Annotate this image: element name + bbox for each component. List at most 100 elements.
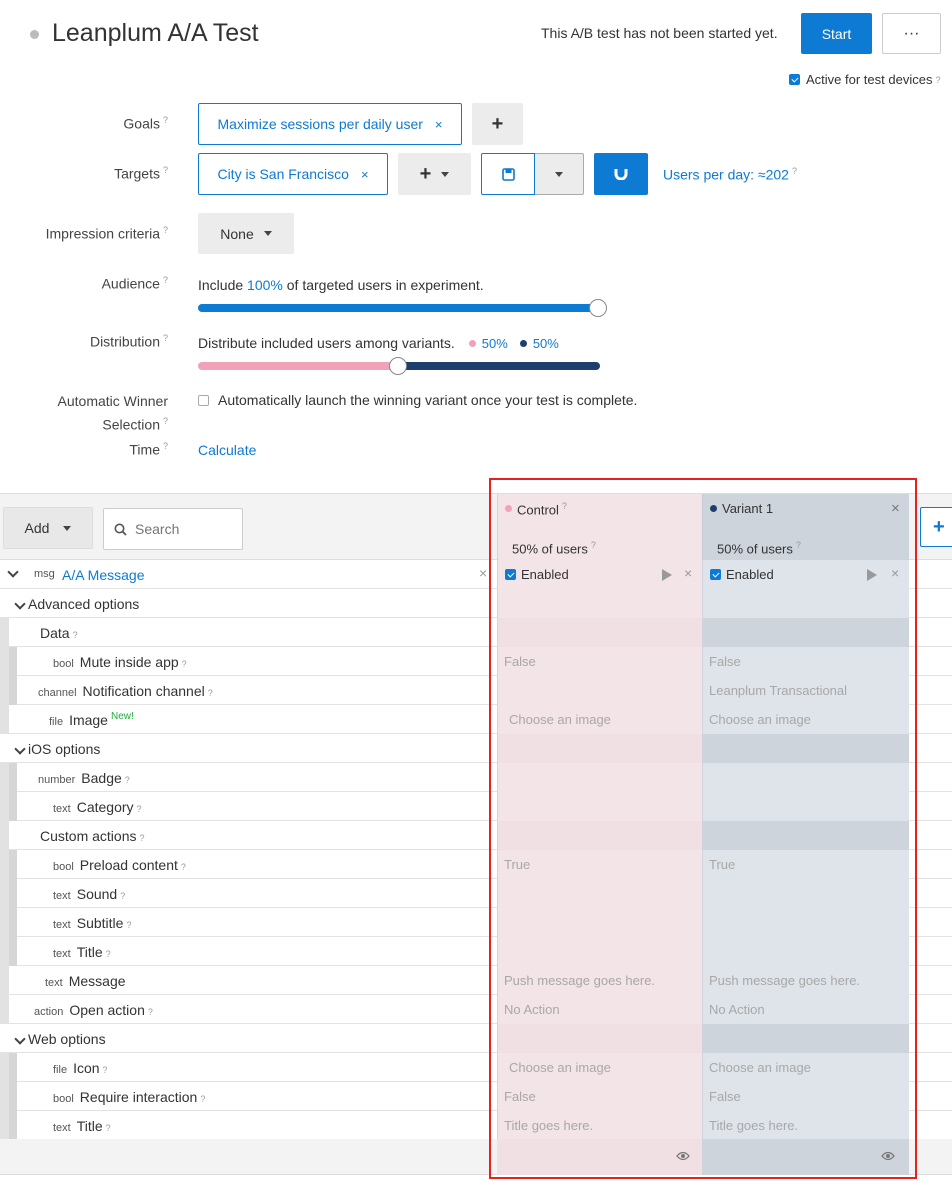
chevron-down-icon [263,231,272,236]
remove-message-icon[interactable]: × [479,565,487,581]
indent-gutter [0,1111,9,1140]
field-label: bool Require interaction? [53,1089,205,1105]
chevron-down-icon[interactable] [14,743,26,755]
add-variant-button[interactable]: + [920,507,952,547]
distribution-slider-control[interactable] [198,362,398,370]
goal-chip[interactable]: Maximize sessions per daily user × [198,103,462,145]
target-chip[interactable]: City is San Francisco × [198,153,388,195]
remove-goal-icon[interactable]: × [435,117,443,132]
chevron-down-icon[interactable] [14,1033,26,1045]
indent-gutter [0,879,9,908]
more-options-button[interactable]: ··· [882,13,941,54]
help-icon[interactable]: ? [148,1007,153,1017]
field-label: file Icon? [53,1060,108,1076]
indent-gutter [9,908,17,937]
help-icon[interactable]: ? [125,775,130,785]
remove-target-icon[interactable]: × [361,167,369,182]
help-icon[interactable]: ? [181,862,186,872]
field-label: Data? [40,625,78,641]
audience-label: Audience? [101,275,168,292]
field-name: Web options [28,1031,106,1047]
plus-icon: + [491,112,504,135]
field-name: Category [76,799,134,815]
field-label: text Message [45,973,126,989]
automatic-winner-option[interactable]: Automatically launch the winning variant… [198,392,637,408]
field-name: Require interaction [79,1089,198,1105]
help-icon[interactable]: ? [139,833,144,843]
distribution-slider-handle[interactable] [389,357,407,375]
goals-label: Goals? [123,115,168,132]
indent-gutter [0,966,9,995]
active-test-devices-checkbox[interactable] [789,74,800,85]
field-label: file Image New! [49,711,134,728]
indent-gutter [0,821,9,850]
help-icon[interactable]: ? [106,1123,111,1133]
field-type: channel [38,687,77,699]
field-label: text Subtitle? [53,915,131,931]
field-name: Image [69,712,108,728]
field-type: bool [53,861,74,873]
calculate-link[interactable]: Calculate [198,442,256,458]
target-options-dropdown[interactable] [535,153,584,195]
field-name: Preload content [79,857,178,873]
chevron-down-icon[interactable] [7,566,19,578]
audience-slider-handle[interactable] [589,299,607,317]
users-per-day: Users per day: ≈202? [663,166,797,183]
field-label: Custom actions? [40,828,145,844]
indent-gutter [0,647,9,676]
indent-gutter [9,850,17,879]
message-name-link[interactable]: A/A Message [62,567,145,583]
field-type: text [53,948,71,960]
search-box[interactable] [103,508,243,550]
indent-gutter [0,1053,9,1082]
automatic-winner-checkbox[interactable] [198,394,209,406]
field-label: Advanced options [14,596,139,612]
field-name: Custom actions [40,828,137,844]
magnet-button[interactable] [594,153,648,195]
field-name: Open action [69,1002,145,1018]
save-target-button[interactable] [481,153,535,195]
field-label: text Title? [53,944,111,960]
chevron-down-icon[interactable] [14,598,26,610]
field-label: Web options [14,1031,106,1047]
help-icon[interactable]: ? [103,1065,108,1075]
help-icon[interactable]: ? [208,688,213,698]
help-icon[interactable]: ? [73,630,78,640]
indent-gutter [0,908,9,937]
field-type: bool [53,1093,74,1105]
add-dropdown[interactable]: Add [3,507,93,549]
help-icon[interactable]: ? [200,1094,205,1104]
indent-gutter [0,705,9,734]
indent-gutter [9,1082,17,1111]
help-icon[interactable]: ? [126,920,131,930]
status-dot [30,30,39,39]
field-label: text Category? [53,799,142,815]
field-type: number [38,774,76,786]
indent-gutter [9,879,17,908]
active-test-devices[interactable]: Active for test devices ? [789,72,940,87]
add-target-dropdown[interactable]: + [398,153,471,195]
distribution-slider-variant[interactable] [398,362,600,370]
indent-gutter [0,1082,9,1111]
field-label: channel Notification channel? [38,683,213,699]
help-icon[interactable]: ? [137,804,142,814]
help-icon[interactable]: ? [182,659,187,669]
field-label: text Title? [53,1118,111,1134]
variant-dot [519,339,527,347]
field-label: number Badge? [38,770,130,786]
field-name: Message [68,973,126,989]
field-name: Title [76,944,103,960]
plus-icon: + [419,162,432,185]
indent-gutter [0,792,9,821]
distribution-text: Distribute included users among variants… [198,335,559,351]
distribution-variant-percent: 50% [532,335,559,351]
audience-slider-track[interactable] [198,304,598,312]
field-label: bool Preload content? [53,857,186,873]
start-button[interactable]: Start [801,13,872,54]
help-icon[interactable]: ? [106,949,111,959]
help-icon[interactable]: ? [120,891,125,901]
add-goal-button[interactable]: + [472,103,523,145]
impression-criteria-dropdown[interactable]: None [198,213,294,254]
field-name: Sound [76,886,118,902]
search-input[interactable] [135,521,235,537]
